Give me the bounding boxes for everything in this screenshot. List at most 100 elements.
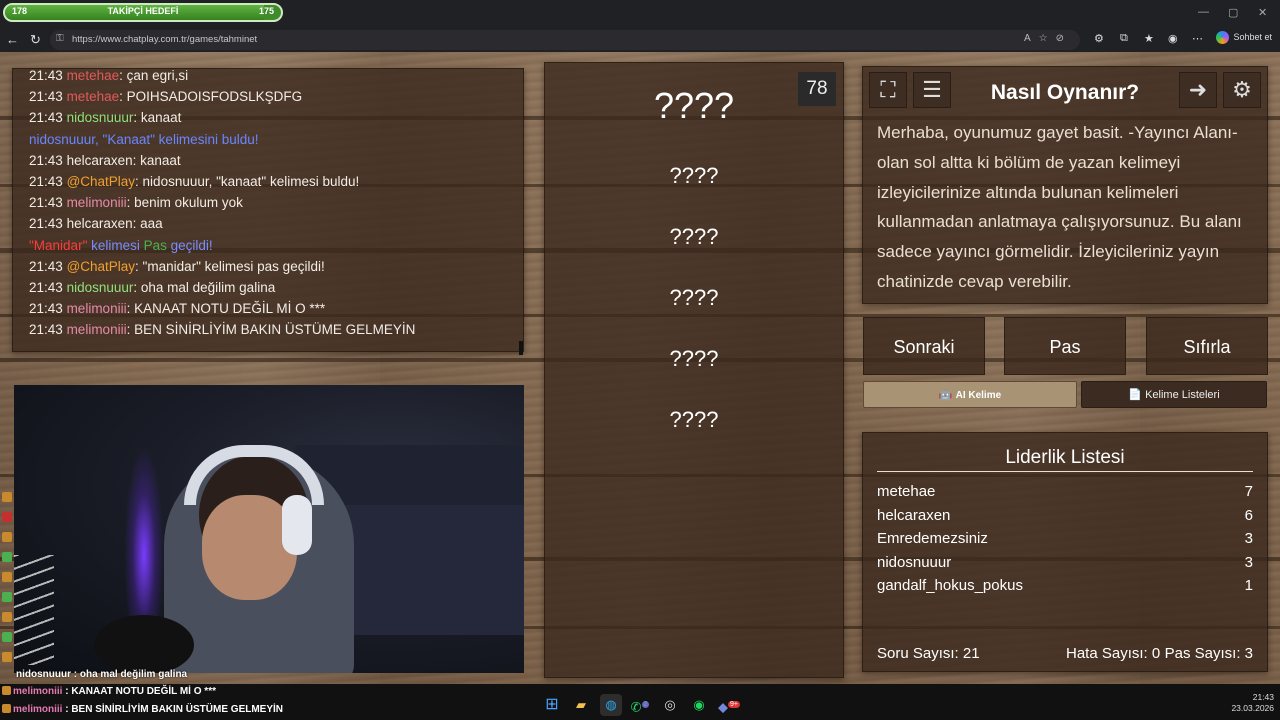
goal-target-value: 175 (258, 6, 274, 16)
chat-username[interactable]: nidosnuuur (67, 110, 134, 125)
chat-text: : BEN SİNİRLİYİM BAKIN ÜSTÜME GELMEYİN (126, 322, 416, 338)
close-icon[interactable]: ✕ (1258, 6, 1267, 19)
site-info-icon[interactable]: ⚿ (56, 33, 64, 44)
address-bar-tools-icon[interactable]: A☆⊘ (1024, 33, 1072, 44)
chat-text: : kanaat (133, 110, 182, 126)
chat-text: : benim okulum yok (126, 195, 243, 211)
chat-text: : nidosnuuur, "kanaat" kelimesi buldu! (135, 174, 360, 190)
chat-username[interactable]: melimoniii (67, 301, 127, 316)
goal-title: TAKİPÇİ HEDEFİ (107, 6, 179, 16)
player-name: Emredemezsiniz (877, 530, 988, 548)
notes-icon[interactable]: ☰ (913, 72, 951, 108)
follower-goal-bar: 178 TAKİPÇİ HEDEFİ 175 (3, 3, 283, 22)
url-text[interactable]: https://www.chatplay.com.tr/games/tahmin… (72, 34, 257, 45)
leaderboard-row: Emredemezsiniz 3 (877, 528, 1253, 552)
chat-username[interactable]: nidosnuuur (67, 280, 134, 295)
reload-icon[interactable]: ↻ (30, 32, 41, 48)
profile-icon[interactable]: ◉ (1168, 32, 1178, 45)
chat-username[interactable]: helcaraxen (67, 153, 133, 168)
chat-time: 21:43 (29, 152, 63, 168)
maximize-icon[interactable]: ▢ (1228, 6, 1238, 19)
overlay-chat-user: melimoniii (13, 686, 63, 697)
extensions-icon[interactable]: ⚙ (1094, 32, 1104, 45)
system-clock[interactable]: 21:43 23.03.2026 (1231, 692, 1274, 714)
leaderboard-row: nidosnuuur 3 (877, 552, 1253, 576)
words-panel: ???????????????????????? (544, 62, 844, 678)
chat-text: kelimesi (87, 237, 144, 253)
badge-icon (2, 686, 11, 695)
screen: 178 TAKİPÇİ HEDEFİ 175 — ▢ ✕ ← ↻ ⚿ https… (0, 0, 1280, 720)
chat-message: 21:43 nidosnuuur: oha mal değilim galina (29, 277, 517, 298)
copilot-icon (1216, 31, 1230, 44)
chat-message: nidosnuuur, "Kanaat" kelimesini buldu! (29, 129, 517, 150)
settings-gear-icon[interactable]: ⚙ (1223, 72, 1261, 108)
fullscreen-icon[interactable]: ⛶ (869, 72, 907, 108)
file-explorer-icon[interactable]: ▰ (570, 694, 592, 716)
chat-text: : aaa (132, 216, 163, 232)
chat-message: 21:43 @ChatPlay: "manidar" kelimesi pas … (29, 256, 517, 277)
chat-time: 21:43 (29, 68, 63, 83)
chat-text-pass: Pas (143, 237, 167, 253)
leaderboard-row: helcaraxen 6 (877, 505, 1253, 529)
address-bar[interactable]: ⚿ https://www.chatplay.com.tr/games/tahm… (50, 30, 1080, 50)
copilot-chat-button[interactable]: Sohbet et (1216, 31, 1272, 44)
hidden-word-slot: ???? (669, 346, 719, 371)
chat-username[interactable]: metehae (67, 89, 120, 104)
leaderboard-panel: Liderlik Listesi metehae 7 helcaraxen 6 Emre… (862, 432, 1268, 672)
chat-username[interactable]: "Manidar" (29, 238, 87, 253)
chat-text-tail: geçildi! (166, 237, 213, 253)
copilot-label: Sohbet et (1233, 31, 1272, 42)
app-icon[interactable]: ◎ (659, 694, 681, 716)
chat-username[interactable]: @ChatPlay (67, 174, 135, 189)
player-name: metehae (877, 483, 936, 500)
chat-username[interactable]: helcaraxen (67, 216, 133, 231)
chat-time: 21:43 (29, 216, 63, 232)
exit-icon[interactable]: ➜ (1179, 72, 1217, 108)
ai-word-button[interactable]: 🤖 AI Kelime (863, 381, 1077, 408)
overlay-chat-line-2: melimoniii : BEN SİNİRLİYİM BAKIN ÜSTÜME… (2, 704, 283, 715)
leaderboard-rows: metehae 7 helcaraxen 6 Emredemezsiniz 3 nidosn… (877, 481, 1253, 599)
error-count: Hata Sayısı: 0 (1066, 645, 1161, 662)
split-screen-icon[interactable]: ⧉ (1120, 32, 1128, 45)
discord-badge: 9+ (728, 701, 740, 708)
how-to-play-text: Merhaba, oyunumuz gayet basit. -Yayıncı … (877, 123, 1242, 291)
overlay-chat-line-1: melimoniii : KANAAT NOTU DEĞİL Mİ O *** (2, 686, 216, 697)
leaderboard-title: Liderlik Listesi (877, 447, 1253, 472)
next-button[interactable]: Sonraki (863, 317, 985, 375)
chat-text: : çan egri,si (119, 68, 189, 83)
chat-username[interactable]: melimoniii (67, 322, 127, 337)
timer-counter: 78 (798, 72, 836, 106)
spotify-icon[interactable]: ◉ (688, 694, 710, 716)
more-icon[interactable]: ⋯ (1192, 32, 1203, 45)
chat-time: 21:43 (29, 280, 63, 296)
overlay-chat-text: : KANAAT NOTU DEĞİL Mİ O *** (62, 686, 216, 697)
chat-username[interactable]: metehae (67, 68, 120, 83)
chat-username[interactable]: @ChatPlay (67, 259, 135, 274)
chat-time: 21:43 (29, 258, 63, 274)
back-icon[interactable]: ← (6, 32, 19, 47)
chat-message: 21:43 helcaraxen: kanaat (29, 150, 517, 171)
chat-messages: 21:43 metehae: çan egri,si 21:43 metehae:… (29, 65, 517, 341)
player-name: nidosnuuur (877, 553, 952, 571)
minimize-icon[interactable]: — (1198, 6, 1209, 18)
reset-button[interactable]: Sıfırla (1146, 317, 1268, 375)
player-score: 3 (1244, 553, 1253, 571)
edge-browser-icon[interactable]: ◍ (600, 694, 622, 716)
discord-icon[interactable]: ◆ 9+ (718, 694, 740, 716)
whatsapp-icon[interactable]: ✆ 2 (629, 694, 651, 716)
word-lists-button[interactable]: 📄 Kelime Listeleri (1081, 381, 1267, 408)
robot-icon: 🤖 (938, 389, 956, 401)
list-icon: 📄 (1128, 389, 1146, 401)
hidden-word-slot: ???? (669, 163, 719, 188)
pass-button[interactable]: Pas (1004, 317, 1126, 375)
chat-scrollbar[interactable] (519, 341, 523, 355)
player-score: 3 (1244, 530, 1253, 548)
chat-text: nidosnuuur, "Kanaat" kelimesini buldu! (29, 131, 259, 147)
favorites-icon[interactable]: ★ (1144, 32, 1154, 45)
start-menu-icon[interactable]: ⊞ (541, 694, 563, 716)
whatsapp-badge: 2 (641, 701, 650, 708)
hidden-word-slot: ???? (669, 407, 719, 432)
hidden-word-slot: ???? (669, 224, 719, 249)
chat-time: 21:43 (29, 174, 63, 190)
chat-username[interactable]: melimoniii (67, 195, 127, 210)
